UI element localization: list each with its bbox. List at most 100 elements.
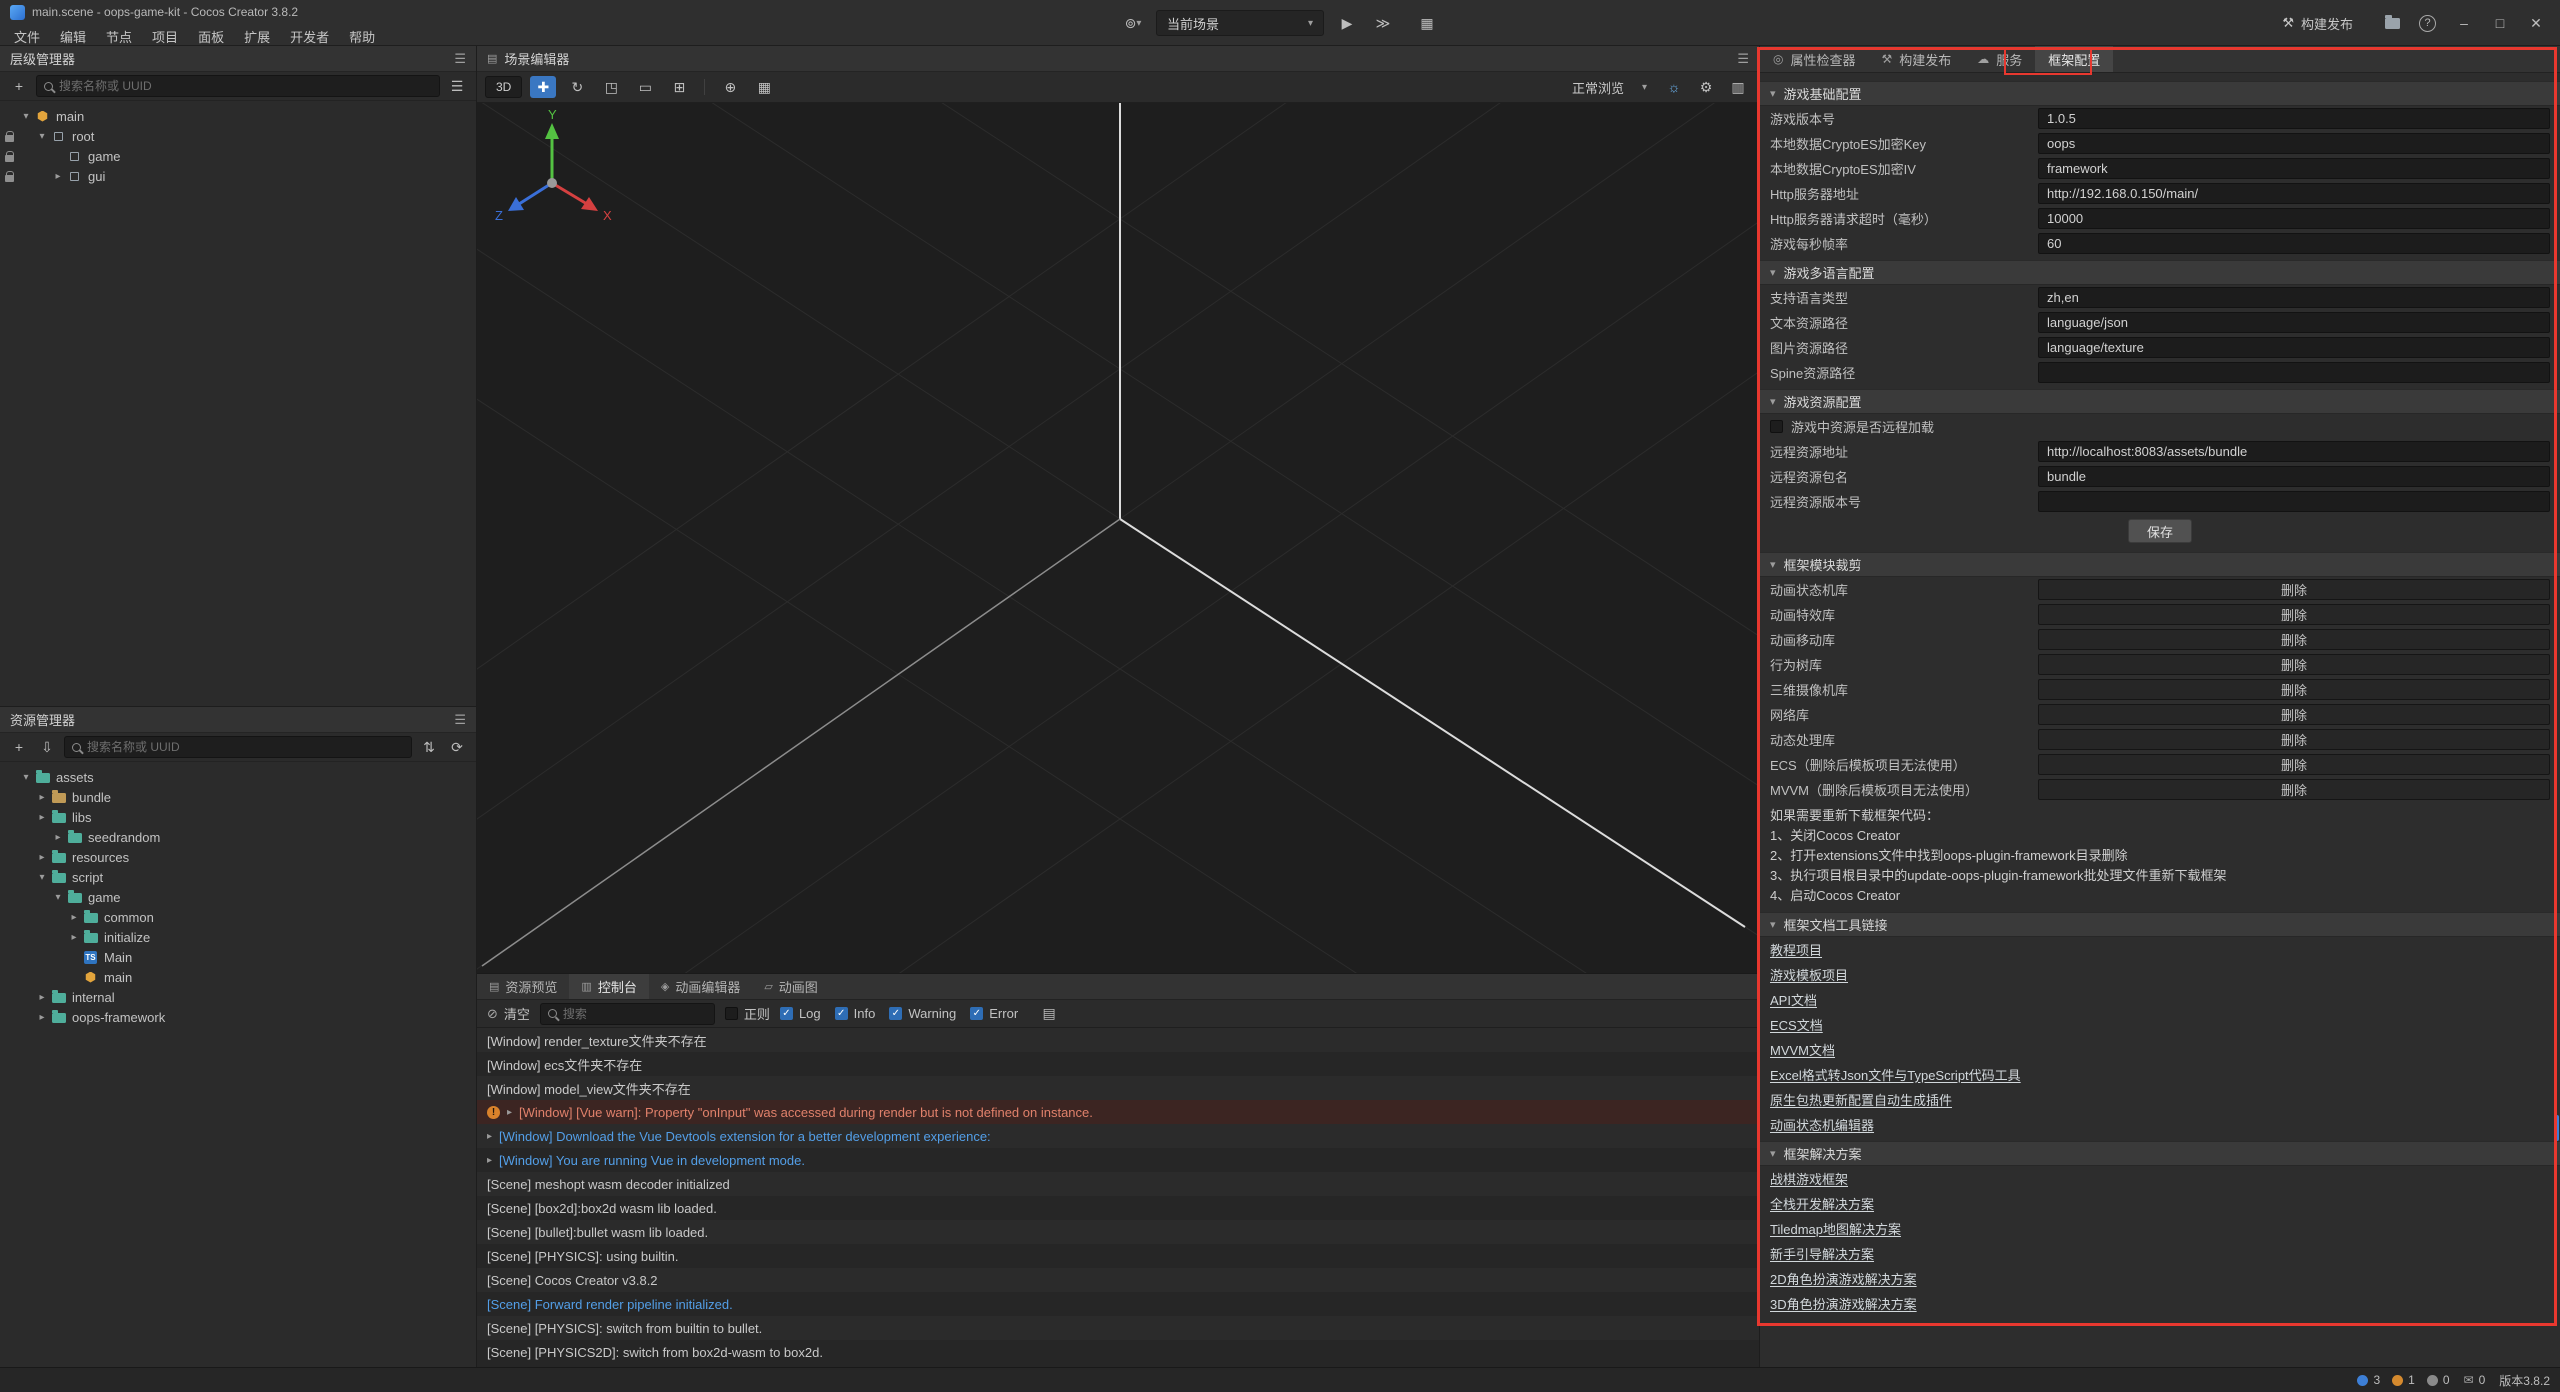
filter-checkbox[interactable] [835, 1007, 848, 1020]
property-input[interactable]: language/json [2038, 312, 2550, 333]
log-row[interactable]: [Window] Download the Vue Devtools exten… [477, 1124, 1759, 1148]
filter-icon[interactable]: ☰ [446, 75, 468, 97]
lock-icon[interactable] [5, 135, 14, 142]
expand-arrow-icon[interactable] [34, 792, 50, 803]
solution-link[interactable]: 新手引导解决方案 [1760, 1241, 2560, 1266]
collapse-log-icon[interactable]: ▤ [1038, 1003, 1060, 1025]
menu-item[interactable]: 节点 [96, 24, 142, 49]
property-input[interactable]: oops [2038, 133, 2550, 154]
log-counter[interactable]: 0 [2427, 1373, 2450, 1387]
expand-arrow-icon[interactable] [66, 912, 82, 923]
expand-arrow-icon[interactable] [34, 1012, 50, 1023]
tree-row[interactable]: assets [0, 767, 476, 787]
expand-arrow-icon[interactable] [34, 131, 50, 142]
add-asset-button[interactable]: + [8, 736, 30, 758]
regex-checkbox[interactable] [725, 1007, 738, 1020]
log-row[interactable]: [Scene] [PHYSICS]: switch from builtin t… [477, 1316, 1759, 1340]
panel-menu-icon[interactable]: ☰ [454, 51, 466, 67]
menu-item[interactable]: 扩展 [234, 24, 280, 49]
tree-row[interactable]: game [0, 146, 476, 166]
log-row[interactable]: [Window] You are running Vue in developm… [477, 1148, 1759, 1172]
help-button[interactable]: ? [2419, 15, 2436, 32]
doc-link[interactable]: 原生包热更新配置自动生成插件 [1760, 1087, 2560, 1112]
property-input[interactable]: zh,en [2038, 287, 2550, 308]
pivot-toggle-icon[interactable] [717, 76, 743, 98]
tree-row[interactable]: TS Main [0, 947, 476, 967]
log-filter-toggle[interactable]: Log [780, 1006, 821, 1021]
log-filter-toggle[interactable]: Info [835, 1006, 876, 1021]
log-counter[interactable]: 3 [2357, 1373, 2380, 1387]
lock-icon[interactable] [5, 155, 14, 162]
console-tab[interactable]: 动画图 [752, 974, 829, 999]
log-row[interactable]: [Window] ecs文件夹不存在 [477, 1052, 1759, 1076]
build-publish-button[interactable]: ⚒构建发布 [2282, 14, 2353, 33]
delete-button[interactable]: 删除 [2038, 679, 2550, 700]
doc-link[interactable]: API文档 [1760, 987, 2560, 1012]
tree-row[interactable]: bundle [0, 787, 476, 807]
scale-tool-icon[interactable] [598, 76, 624, 98]
move-tool-icon[interactable] [530, 76, 556, 98]
console-search-input[interactable] [563, 1007, 707, 1021]
lighting-toggle-icon[interactable] [1661, 76, 1687, 98]
delete-button[interactable]: 删除 [2038, 754, 2550, 775]
inspector-tab[interactable]: 服务 [1964, 46, 2035, 72]
play-button[interactable]: ▶ [1334, 11, 1360, 35]
tree-row[interactable]: common [0, 907, 476, 927]
property-input[interactable]: http://192.168.0.150/main/ [2038, 183, 2550, 204]
property-input[interactable]: bundle [2038, 466, 2550, 487]
doc-link[interactable]: Excel格式转Json文件与TypeScript代码工具 [1760, 1062, 2560, 1087]
clear-console-button[interactable]: ⊘清空 [487, 1004, 530, 1023]
tree-row[interactable]: resources [0, 847, 476, 867]
property-input[interactable]: 1.0.5 [2038, 108, 2550, 129]
log-row[interactable]: [Scene] [box2d]:box2d wasm lib loaded. [477, 1196, 1759, 1220]
hierarchy-search-input[interactable] [59, 79, 432, 93]
log-counter[interactable]: 1 [2392, 1373, 2415, 1387]
doc-link[interactable]: MVVM文档 [1760, 1037, 2560, 1062]
expand-arrow-icon[interactable] [18, 111, 34, 122]
expand-arrow-icon[interactable] [50, 892, 66, 903]
tree-row[interactable]: script [0, 867, 476, 887]
add-node-button[interactable]: + [8, 75, 30, 97]
doc-link[interactable]: 动画状态机编辑器 [1760, 1112, 2560, 1137]
3d-mode-toggle[interactable]: 3D [485, 76, 522, 98]
inspector-tab[interactable]: 构建发布 [1869, 46, 1965, 72]
delete-button[interactable]: 删除 [2038, 629, 2550, 650]
expand-arrow-icon[interactable] [34, 812, 50, 823]
property-input[interactable] [2038, 491, 2550, 512]
scene-dropdown[interactable]: 当前场景▾ [1156, 10, 1324, 36]
property-input[interactable]: 60 [2038, 233, 2550, 254]
filter-checkbox[interactable] [780, 1007, 793, 1020]
section-header-solutions[interactable]: 框架解决方案 [1760, 1141, 2560, 1166]
property-input[interactable]: language/texture [2038, 337, 2550, 358]
property-input[interactable]: 10000 [2038, 208, 2550, 229]
rect-tool-icon[interactable] [632, 76, 658, 98]
expand-arrow-icon[interactable] [50, 832, 66, 843]
expand-arrow-icon[interactable] [50, 171, 66, 182]
gizmo-settings-icon[interactable] [1725, 76, 1751, 98]
solution-link[interactable]: Tiledmap地图解决方案 [1760, 1216, 2560, 1241]
lock-icon[interactable] [5, 175, 14, 182]
tree-row[interactable]: game [0, 887, 476, 907]
section-header-modules[interactable]: 框架模块裁剪 [1760, 552, 2560, 577]
solution-link[interactable]: 全栈开发解决方案 [1760, 1191, 2560, 1216]
panel-menu-icon[interactable]: ☰ [1737, 51, 1749, 67]
property-input[interactable] [2038, 362, 2550, 383]
tree-row[interactable]: gui [0, 166, 476, 186]
import-asset-icon[interactable]: ⇩ [36, 736, 58, 758]
console-tab[interactable]: 动画编辑器 [649, 974, 752, 999]
log-row[interactable]: [Window] model_view文件夹不存在 [477, 1076, 1759, 1100]
scene-viewport[interactable]: Y X Z [477, 103, 1759, 973]
snap-toggle-icon[interactable] [751, 76, 777, 98]
solution-link[interactable]: 3D角色扮演游戏解决方案 [1760, 1291, 2560, 1316]
log-filter-toggle[interactable]: Warning [889, 1006, 956, 1021]
console-search[interactable] [540, 1003, 715, 1025]
rotate-tool-icon[interactable] [564, 76, 590, 98]
console-tab[interactable]: 资源预览 [477, 974, 569, 999]
hierarchy-search[interactable] [36, 75, 440, 97]
log-row[interactable]: [Scene] Forward render pipeline initiali… [477, 1292, 1759, 1316]
tree-row[interactable]: initialize [0, 927, 476, 947]
expand-arrow-icon[interactable] [34, 872, 50, 883]
menu-item[interactable]: 帮助 [339, 24, 385, 49]
menu-item[interactable]: 编辑 [50, 24, 96, 49]
refresh-icon[interactable]: ⟳ [446, 736, 468, 758]
